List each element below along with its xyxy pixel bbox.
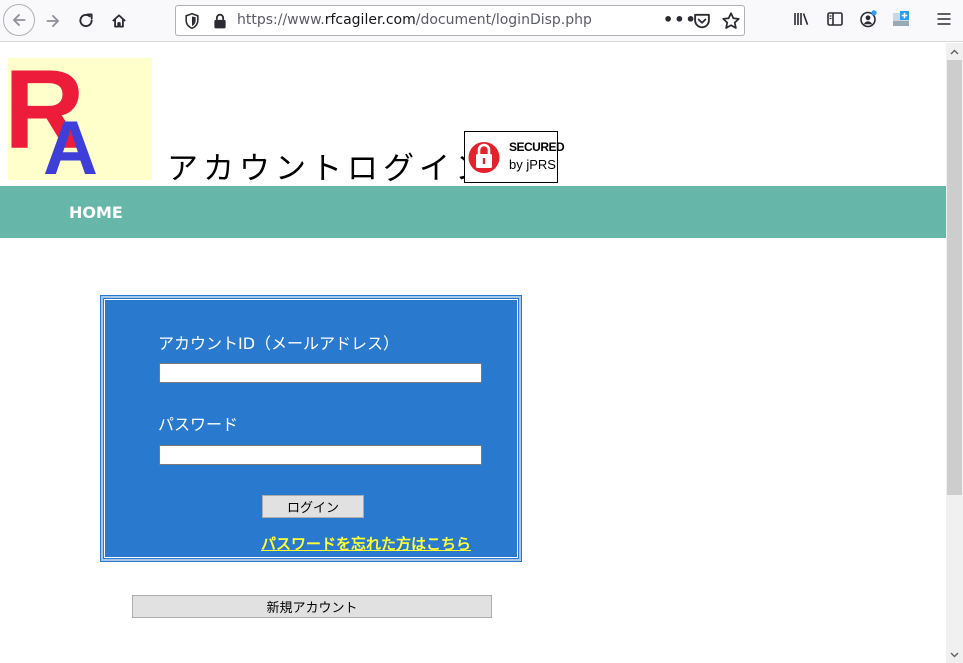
home-button[interactable] [104, 6, 134, 36]
login-panel-border: アカウントID（メールアドレス） パスワード ログイン パスワードを忘れた方はこ… [104, 299, 518, 558]
arrow-left-icon [13, 14, 26, 26]
page-title: アカウントログイン [167, 151, 491, 187]
scroll-up-button[interactable] [946, 43, 963, 60]
badge-jprs-text: by jPRS [509, 157, 556, 172]
forward-button[interactable] [38, 6, 68, 36]
library-icon [794, 13, 809, 25]
account-id-input[interactable] [159, 363, 482, 383]
url-host: rfcagiler.com [324, 12, 416, 28]
lock-icon[interactable] [211, 12, 229, 30]
new-account-button[interactable]: 新規アカウント [132, 595, 492, 618]
vertical-scrollbar[interactable] [946, 43, 963, 663]
back-button[interactable] [3, 4, 35, 36]
secured-by-jprs-badge[interactable]: SECURED by jPRS [464, 131, 565, 183]
hamburger-menu-icon [937, 13, 951, 25]
url-prefix: https://www. [237, 12, 325, 28]
ra-logo-icon: R A [4, 47, 98, 191]
library-button[interactable] [792, 9, 814, 31]
forgot-password-link[interactable]: パスワードを忘れた方はこちら [261, 533, 471, 554]
scroll-thumb[interactable] [947, 60, 962, 495]
sidebar-button[interactable] [825, 9, 847, 31]
nav-bar: HOME [0, 186, 946, 238]
bookmark-star-icon[interactable] [721, 11, 741, 31]
reload-icon [79, 13, 93, 28]
sidebar-icon [827, 12, 843, 26]
account-id-label: アカウントID（メールアドレス） [158, 334, 400, 353]
nav-home-link[interactable]: HOME [69, 203, 123, 222]
extension-icon [893, 11, 909, 26]
login-panel: アカウントID（メールアドレス） パスワード ログイン パスワードを忘れた方はこ… [100, 295, 522, 562]
url-path: /document/loginDisp.php [415, 12, 592, 28]
url-bar[interactable]: https://www.rfcagiler.com/document/login… [175, 5, 745, 36]
extension-button[interactable] [891, 9, 913, 31]
page-content: R A アカウントログイン SECURED by jPRS HOME アカウント… [0, 43, 946, 663]
login-button[interactable]: ログイン [262, 495, 364, 518]
scroll-down-button[interactable] [946, 646, 963, 663]
home-icon [112, 14, 126, 28]
password-label: パスワード [158, 415, 239, 434]
scroll-up-arrow-icon [950, 49, 959, 54]
arrow-right-icon [46, 15, 59, 27]
tracking-shield-icon[interactable] [183, 12, 201, 30]
menu-button[interactable] [934, 9, 956, 31]
account-icon [860, 10, 877, 28]
site-logo[interactable]: R A [4, 47, 152, 191]
svg-text:A: A [43, 106, 98, 180]
padlock-icon [468, 142, 500, 173]
url-text[interactable]: https://www.rfcagiler.com/document/login… [237, 12, 592, 28]
scroll-down-arrow-icon [950, 652, 959, 657]
password-input[interactable] [159, 445, 482, 465]
browser-toolbar: https://www.rfcagiler.com/document/login… [0, 0, 963, 42]
reload-button[interactable] [71, 6, 101, 36]
account-button[interactable] [858, 9, 880, 31]
badge-secured-text: SECURED [509, 140, 565, 154]
pocket-icon[interactable] [692, 11, 712, 31]
